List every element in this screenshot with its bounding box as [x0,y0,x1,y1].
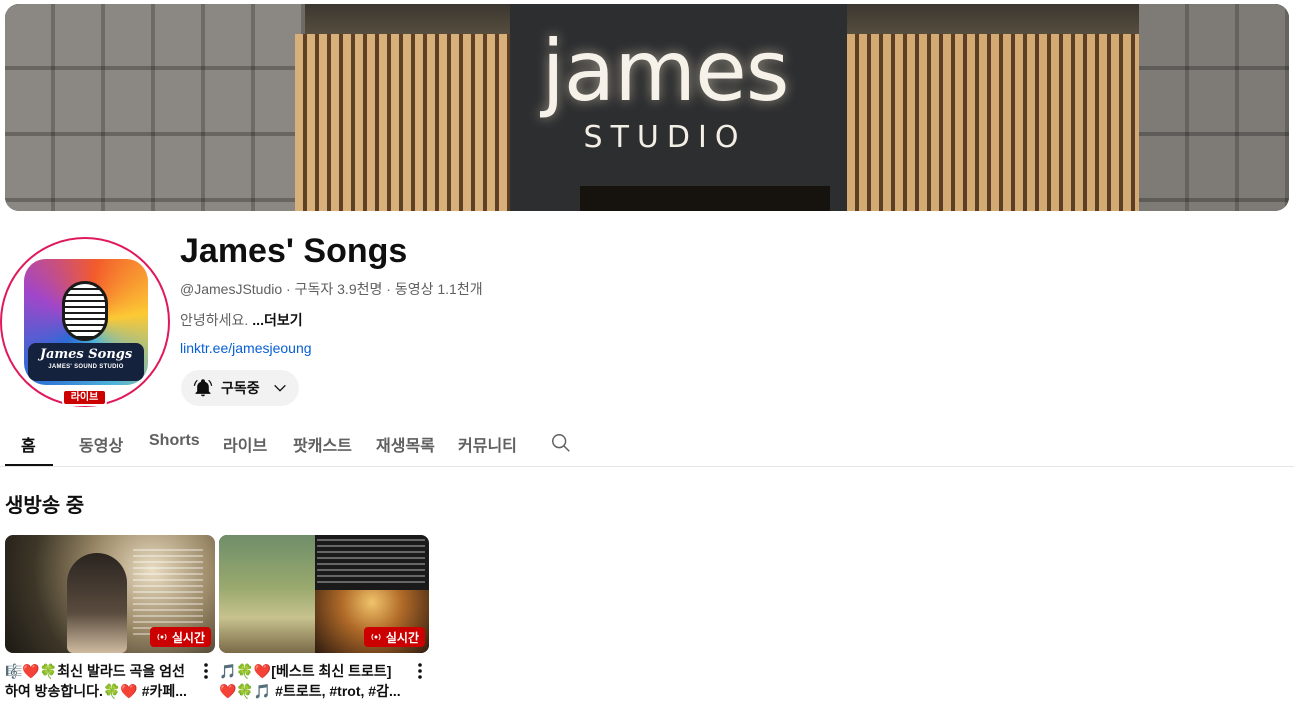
channel-meta: @JamesJStudio · 구독자 3.9천명 · 동영상 1.1천개 [180,279,483,299]
channel-description[interactable]: 안녕하세요. ...더보기 [180,310,303,330]
subscriber-count: 구독자 3.9천명 [294,281,383,297]
tab-community[interactable]: 커뮤니티 [458,432,517,456]
active-tab-underline [5,464,53,466]
tab-home[interactable]: 홈 [21,432,36,456]
video-thumbnail[interactable]: 실시간 [219,535,429,653]
banner-wood-slats-left [295,34,510,211]
live-label: 실시간 [385,630,419,645]
banner-doorway [580,186,830,211]
channel-banner: james STUDIO [5,4,1289,211]
tab-live[interactable]: 라이브 [223,432,267,456]
meta-separator: · [382,281,395,297]
meta-separator: · [282,281,295,297]
channel-avatar[interactable]: James Songs JAMES' SOUND STUDIO [0,237,170,407]
avatar-title: James Songs [39,347,133,362]
banner-logo-sub: STUDIO [583,120,747,155]
channel-link[interactable]: linktr.ee/jamesjeoung [180,340,312,356]
more-vert-icon[interactable] [413,661,427,681]
video-card[interactable]: 실시간 🎵🍀❤️[베스트 최신 트로트] ❤️🍀🎵 #트로트, #trot, #… [219,535,429,701]
live-now-badge: 실시간 [363,627,425,647]
live-broadcast-icon [371,633,381,641]
live-badge[interactable]: 라이브 [62,389,107,406]
live-label: 실시간 [171,630,205,645]
banner-wood-slats-right [847,34,1147,211]
thumbnail-figure [67,553,127,653]
description-text: 안녕하세요. [180,312,249,328]
channel-tabs: 홈 동영상 Shorts 라이브 팟캐스트 재생목록 커뮤니티 [0,422,1294,467]
thumbnail-scene [219,535,315,653]
thumbnail-text-overlay [317,539,425,587]
channel-handle: @JamesJStudio [180,281,283,297]
search-icon[interactable] [550,432,572,454]
chevron-down-icon [273,384,286,392]
subscribed-button[interactable]: 구독중 [181,370,299,406]
banner-acoustic-panels-left [5,4,305,211]
live-broadcast-icon [157,633,167,641]
tab-shorts[interactable]: Shorts [149,432,200,450]
section-title-live: 생방송 중 [5,495,85,517]
video-thumbnail[interactable]: 실시간 [5,535,215,653]
avatar-subtitle: JAMES' SOUND STUDIO [48,364,124,370]
video-title[interactable]: 🎼❤️🍀최신 발라드 곡을 엄선하여 방송합니다.🍀❤️ #카페... [5,661,195,701]
live-now-badge: 실시간 [149,627,211,647]
bell-icon [193,379,213,397]
banner-logo-main: james [541,22,789,120]
video-card[interactable]: 실시간 🎼❤️🍀최신 발라드 곡을 엄선하여 방송합니다.🍀❤️ #카페... [5,535,215,701]
subscribed-label: 구독중 [221,380,260,396]
more-button[interactable]: ...더보기 [252,312,302,328]
tab-podcasts[interactable]: 팟캐스트 [293,432,352,456]
tab-videos[interactable]: 동영상 [79,432,123,456]
thumbnail-text-overlay [133,549,203,639]
microphone-icon [62,281,108,341]
tab-playlists[interactable]: 재생목록 [376,432,435,456]
video-count: 동영상 1.1천개 [394,281,483,297]
avatar-label: James Songs JAMES' SOUND STUDIO [28,343,144,381]
more-vert-icon[interactable] [199,661,213,681]
banner-acoustic-panels-right [1139,4,1289,211]
channel-avatar-wrapper[interactable]: James Songs JAMES' SOUND STUDIO 라이브 [0,237,170,407]
video-title[interactable]: 🎵🍀❤️[베스트 최신 트로트] ❤️🍀🎵 #트로트, #trot, #감... [219,661,409,701]
channel-name: James' Songs [180,232,408,270]
